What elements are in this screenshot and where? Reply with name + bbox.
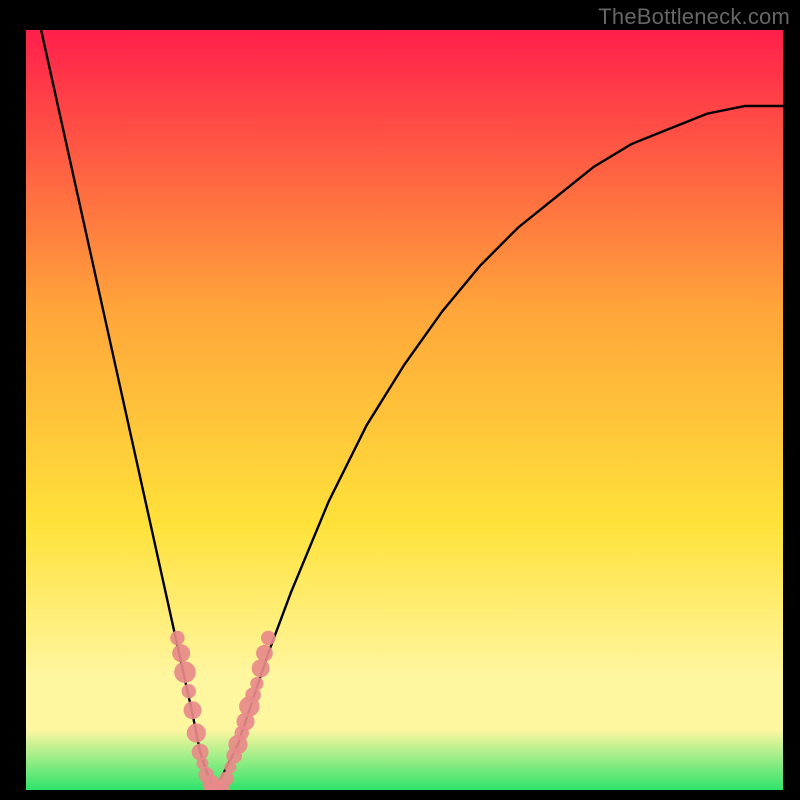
marker-dot <box>219 771 233 785</box>
marker-dot <box>187 723 206 742</box>
marker-dot <box>174 661 196 683</box>
marker-dot <box>184 701 202 719</box>
marker-dot <box>250 677 263 690</box>
gradient-background <box>26 30 783 790</box>
marker-dot <box>256 645 273 662</box>
marker-dot <box>182 684 196 698</box>
marker-dot <box>170 631 184 645</box>
watermark-text: TheBottleneck.com <box>598 4 790 30</box>
marker-dot <box>252 659 270 677</box>
bottleneck-chart-svg <box>26 30 783 790</box>
plot-area <box>26 30 783 790</box>
marker-dot <box>261 631 275 645</box>
marker-dot <box>172 644 190 662</box>
chart-stage: TheBottleneck.com <box>0 0 800 800</box>
